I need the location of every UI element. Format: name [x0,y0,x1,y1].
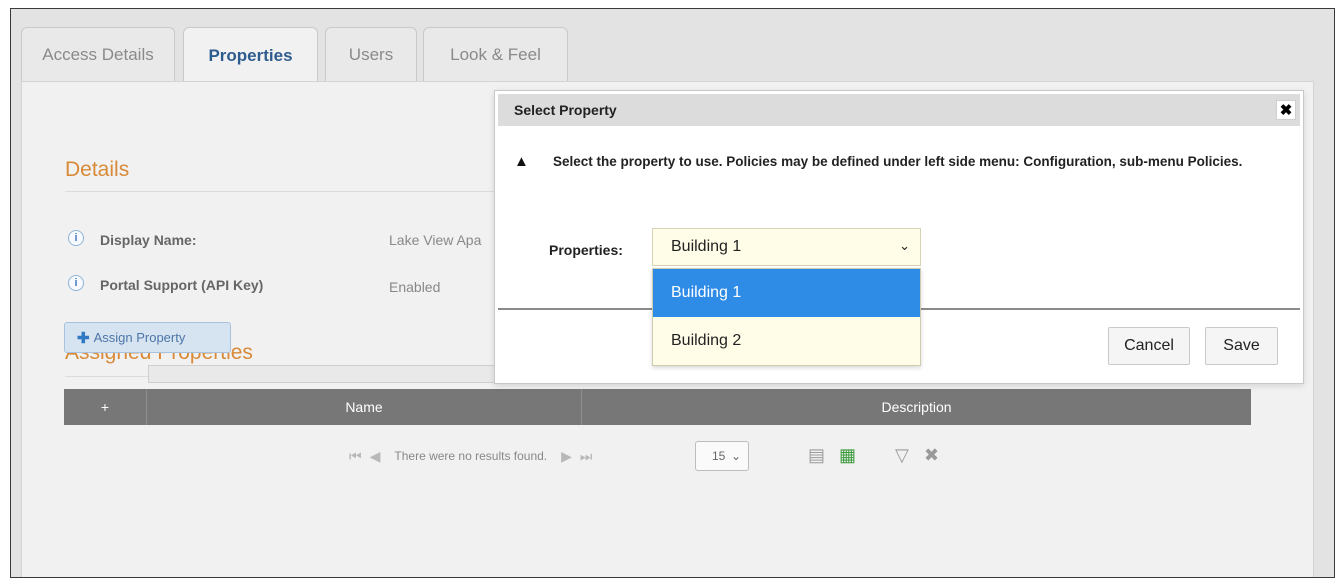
export-excel-icon[interactable]: ▦ [839,445,856,466]
pager: ⏮ ◀ There were no results found. ▶ ⏭ [345,441,597,471]
filter-icon[interactable]: ▽ [895,445,909,466]
tab-bar: Access Details Properties Users Look & F… [11,9,1334,83]
dialog-title: Select Property [514,102,617,118]
pager-message: There were no results found. [394,449,548,463]
dialog-message: Select the property to use. Policies may… [553,154,1243,169]
selected-property-value: Building 1 [671,238,742,255]
chevron-down-icon: ⌄ [899,238,910,253]
warning-icon: ▲ [514,153,529,170]
info-icon: i [68,275,84,291]
properties-label: Properties: [549,242,623,258]
last-page-icon[interactable]: ⏭ [580,448,593,465]
properties-select[interactable]: Building 1 ⌄ [652,228,921,266]
next-page-icon[interactable]: ▶ [561,448,572,465]
tab-access-details[interactable]: Access Details [21,27,175,81]
table-header: + Name Description [64,389,1251,425]
page-size-value: 15 [712,449,726,463]
close-icon[interactable]: ✖ [1276,100,1296,120]
option-building-1[interactable]: Building 1 [653,269,920,317]
details-heading: Details [65,158,130,181]
prev-page-icon[interactable]: ◀ [370,448,381,465]
properties-dropdown-list: Building 1 Building 2 [652,268,921,366]
cancel-button[interactable]: Cancel [1108,327,1190,365]
add-row-button[interactable]: + [64,389,147,425]
option-building-2[interactable]: Building 2 [653,317,920,365]
portal-support-label: Portal Support (API Key) [100,277,264,293]
assign-property-button[interactable]: ✚ Assign Property [64,322,231,353]
export-csv-icon[interactable]: ▤ [808,445,825,466]
column-header-description[interactable]: Description [582,389,1251,425]
dialog-header: Select Property ✖ [498,94,1300,126]
portal-support-value: Enabled [389,279,441,295]
plus-icon: ✚ [77,329,90,347]
column-header-name[interactable]: Name [147,389,582,425]
page-size-select[interactable]: 15 ⌄ [695,441,749,471]
tab-users[interactable]: Users [325,27,417,81]
tab-look-and-feel[interactable]: Look & Feel [423,27,568,81]
display-name-value: Lake View Apa [389,232,482,248]
first-page-icon[interactable]: ⏮ [349,448,362,465]
assign-property-label: Assign Property [93,330,186,345]
tab-properties[interactable]: Properties [183,27,318,83]
info-icon: i [68,230,84,246]
clear-filter-icon[interactable]: ✖ [924,445,939,466]
save-button[interactable]: Save [1205,327,1278,365]
display-name-label: Display Name: [100,232,197,248]
chevron-down-icon: ⌄ [730,449,741,463]
